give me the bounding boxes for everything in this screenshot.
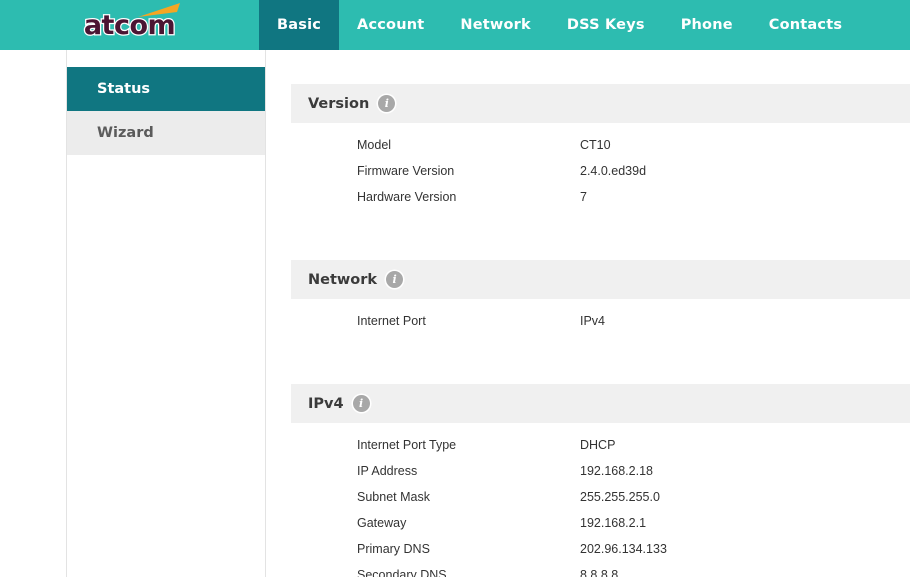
nav-tab-contacts[interactable]: Contacts xyxy=(751,0,860,50)
row-value: IPv4 xyxy=(580,314,606,328)
info-row: IP Address 192.168.2.18 xyxy=(291,458,910,484)
nav-tab-label: Contacts xyxy=(768,17,843,33)
info-row: Hardware Version 7 xyxy=(291,184,910,210)
nav-tab-account[interactable]: Account xyxy=(339,0,442,50)
section-title: Network xyxy=(308,271,378,288)
row-value: 8.8.8.8 xyxy=(580,568,619,577)
row-label: Firmware Version xyxy=(357,164,455,178)
brand-logo[interactable]: atcom xyxy=(0,0,259,50)
sidebar: Status Wizard xyxy=(66,50,266,577)
section-title: Version xyxy=(308,95,370,112)
section-rows-version: Model CT10 Firmware Version 2.4.0.ed39d … xyxy=(291,123,910,210)
app-header: atcom Basic Account Network DSS Keys Pho… xyxy=(0,0,910,50)
section-ipv4: IPv4 i Internet Port Type DHCP IP Addres… xyxy=(291,384,910,577)
section-header-version: Version i xyxy=(291,84,910,123)
nav-tab-phone[interactable]: Phone xyxy=(663,0,751,50)
section-rows-network: Internet Port IPv4 xyxy=(291,299,910,334)
section-network: Network i Internet Port IPv4 xyxy=(291,260,910,334)
info-icon[interactable]: i xyxy=(386,271,404,288)
section-header-network: Network i xyxy=(291,260,910,299)
row-label: Primary DNS xyxy=(357,542,430,556)
nav-tab-label: Account xyxy=(357,17,425,33)
row-value: 202.96.134.133 xyxy=(580,542,667,556)
row-value: 192.168.2.18 xyxy=(580,464,653,478)
row-value: 255.255.255.0 xyxy=(580,490,660,504)
info-icon[interactable]: i xyxy=(378,95,396,112)
row-label: Model xyxy=(357,138,392,152)
section-header-ipv4: IPv4 i xyxy=(291,384,910,423)
row-value: 192.168.2.1 xyxy=(580,516,647,530)
row-label: Internet Port xyxy=(357,314,426,328)
row-value: CT10 xyxy=(580,138,611,152)
nav-tab-dss-keys[interactable]: DSS Keys xyxy=(549,0,663,50)
section-version: Version i Model CT10 Firmware Version 2.… xyxy=(291,84,910,210)
content-top-spacer xyxy=(291,50,910,84)
row-value: 2.4.0.ed39d xyxy=(580,164,647,178)
row-value: DHCP xyxy=(580,438,616,452)
section-rows-ipv4: Internet Port Type DHCP IP Address 192.1… xyxy=(291,423,910,577)
info-row: Firmware Version 2.4.0.ed39d xyxy=(291,158,910,184)
nav-tab-label: Phone xyxy=(680,17,733,33)
nav-tab-basic[interactable]: Basic xyxy=(259,0,340,50)
row-label: Hardware Version xyxy=(357,190,457,204)
info-icon-glyph: i xyxy=(384,97,389,110)
main-content: Version i Model CT10 Firmware Version 2.… xyxy=(291,50,910,577)
info-row: Subnet Mask 255.255.255.0 xyxy=(291,484,910,510)
sidebar-item-label: Wizard xyxy=(97,125,154,141)
info-icon[interactable]: i xyxy=(352,395,370,412)
sidebar-item-label: Status xyxy=(97,81,151,97)
info-row: Secondary DNS 8.8.8.8 xyxy=(291,562,910,577)
nav-tab-label: DSS Keys xyxy=(566,17,645,33)
sidebar-item-status[interactable]: Status xyxy=(67,67,265,111)
info-row: Primary DNS 202.96.134.133 xyxy=(291,536,910,562)
nav-tab-label: Basic xyxy=(277,17,322,33)
sidebar-item-wizard[interactable]: Wizard xyxy=(67,111,265,155)
row-label: Subnet Mask xyxy=(357,490,430,504)
info-row: Internet Port IPv4 xyxy=(291,308,910,334)
nav-tab-label: Network xyxy=(460,17,531,33)
row-label: IP Address xyxy=(357,464,418,478)
info-row: Model CT10 xyxy=(291,132,910,158)
main-nav: Basic Account Network DSS Keys Phone Con… xyxy=(259,0,910,50)
info-row: Gateway 192.168.2.1 xyxy=(291,510,910,536)
row-value: 7 xyxy=(580,190,587,204)
info-icon-glyph: i xyxy=(358,397,364,410)
logo-text: atcom xyxy=(83,9,177,41)
info-row: Internet Port Type DHCP xyxy=(291,432,910,458)
info-icon-glyph: i xyxy=(392,273,397,286)
row-label: Internet Port Type xyxy=(357,438,457,452)
nav-tab-network[interactable]: Network xyxy=(442,0,548,50)
page-body: Status Wizard Version i Model CT10 Firmw… xyxy=(0,50,910,577)
row-label: Secondary DNS xyxy=(357,568,447,577)
section-title: IPv4 xyxy=(308,395,344,412)
row-label: Gateway xyxy=(357,516,407,530)
